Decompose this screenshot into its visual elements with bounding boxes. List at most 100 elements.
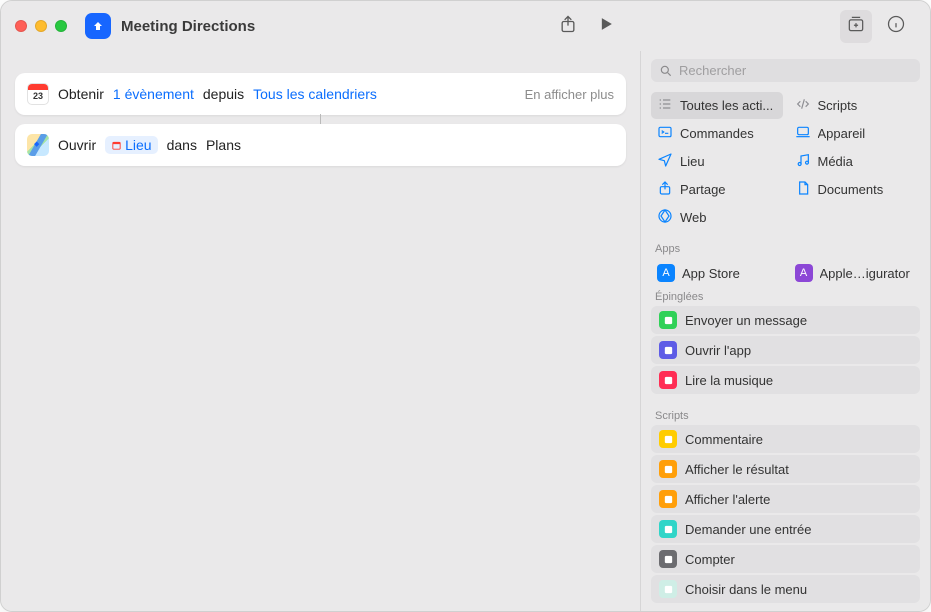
- show-more-link[interactable]: En afficher plus: [525, 87, 614, 102]
- category-label: Partage: [680, 182, 726, 197]
- list-label: Afficher l'alerte: [685, 492, 770, 507]
- category-location[interactable]: Lieu: [651, 148, 783, 175]
- action-icon: [659, 311, 677, 329]
- category-label: Lieu: [680, 154, 705, 169]
- action-icon: [659, 371, 677, 389]
- scripts-list: Commentaire Afficher le résultat Afficher …: [641, 425, 930, 611]
- category-label: Appareil: [818, 126, 866, 141]
- category-document[interactable]: Documents: [789, 176, 921, 203]
- run-icon[interactable]: [596, 14, 616, 39]
- action-icon: [659, 430, 677, 448]
- category-grid: Toutes les acti... Scripts Commandes Appare…: [641, 88, 930, 235]
- action-target[interactable]: Tous les calendriers: [253, 86, 377, 102]
- category-label: Média: [818, 154, 853, 169]
- search-field[interactable]: [651, 59, 920, 82]
- category-scripts[interactable]: Scripts: [789, 92, 921, 119]
- scripts-icon: [795, 96, 811, 115]
- action-icon: [659, 490, 677, 508]
- scripts-header: Scripts: [641, 402, 930, 425]
- maps-icon: [27, 134, 49, 156]
- app-icon: A: [795, 264, 813, 282]
- category-terminal[interactable]: Commandes: [651, 120, 783, 147]
- search-icon: [659, 64, 673, 78]
- app-label: App Store: [682, 266, 740, 281]
- media-icon: [795, 152, 811, 171]
- location-variable-tag[interactable]: Lieu: [105, 136, 157, 154]
- terminal-icon: [657, 124, 673, 143]
- list-item[interactable]: Afficher le résultat: [651, 455, 920, 483]
- share-icon[interactable]: [558, 14, 578, 39]
- action-icon: [659, 550, 677, 568]
- action-icon: [659, 341, 677, 359]
- action-icon: [659, 520, 677, 538]
- action-verb: Obtenir: [58, 86, 104, 102]
- connector: [320, 114, 321, 124]
- list-label: Compter: [685, 552, 735, 567]
- content: 23 Obtenir 1 évènement depuis Tous les c…: [1, 51, 930, 611]
- category-label: Scripts: [818, 98, 858, 113]
- category-label: Web: [680, 210, 707, 225]
- titlebar: Meeting Directions: [1, 1, 930, 51]
- category-web[interactable]: Web: [651, 204, 783, 231]
- pinned-list: Envoyer un message Ouvrir l'app Lire la mu…: [641, 306, 930, 402]
- app-item[interactable]: A App Store: [651, 260, 783, 283]
- list-label: Afficher le résultat: [685, 462, 789, 477]
- page-title: Meeting Directions: [121, 18, 558, 35]
- list-label: Demander une entrée: [685, 522, 811, 537]
- pinned-header: Épinglées: [641, 283, 930, 306]
- list-item[interactable]: Compter: [651, 545, 920, 573]
- action-param[interactable]: 1 évènement: [113, 86, 194, 102]
- list-label: Lire la musique: [685, 373, 773, 388]
- calendar-small-icon: [111, 140, 122, 151]
- apps-grid: AApp StoreAApple…iguratorABourseACalcule…: [641, 258, 930, 283]
- list-label: Choisir dans le menu: [685, 582, 807, 597]
- list-item[interactable]: Lire la musique: [651, 366, 920, 394]
- action-target: Plans: [206, 137, 241, 153]
- workflow-canvas[interactable]: 23 Obtenir 1 évènement depuis Tous les c…: [1, 51, 640, 611]
- device-icon: [795, 124, 811, 143]
- calendar-icon: 23: [27, 83, 49, 105]
- action-verb: Ouvrir: [58, 137, 96, 153]
- list-item[interactable]: Envoyer un message: [651, 306, 920, 334]
- info-icon[interactable]: [886, 14, 906, 39]
- action-get-events[interactable]: 23 Obtenir 1 évènement depuis Tous les c…: [15, 73, 626, 115]
- list-item[interactable]: Afficher l'alerte: [651, 485, 920, 513]
- category-device[interactable]: Appareil: [789, 120, 921, 147]
- list-item[interactable]: Demander une entrée: [651, 515, 920, 543]
- list-label: Envoyer un message: [685, 313, 807, 328]
- toolbar-actions: [558, 14, 616, 39]
- app-label: Apple…igurator: [820, 266, 910, 281]
- location-icon: [657, 152, 673, 171]
- window-controls: [15, 20, 67, 32]
- zoom-window[interactable]: [55, 20, 67, 32]
- category-label: Commandes: [680, 126, 754, 141]
- list-label: Commentaire: [685, 432, 763, 447]
- list-item[interactable]: Commentaire: [651, 425, 920, 453]
- category-label: Toutes les acti...: [680, 98, 773, 113]
- sidebar-toolbar: [626, 10, 916, 43]
- list-item[interactable]: Ouvrir l'app: [651, 336, 920, 364]
- action-prep: depuis: [203, 86, 244, 102]
- app-window: Meeting Directions 23 Obtenir 1 évènemen…: [0, 0, 931, 612]
- category-label: Documents: [818, 182, 884, 197]
- action-prep: dans: [167, 137, 197, 153]
- action-open-maps[interactable]: Ouvrir Lieu dans Plans: [15, 124, 626, 166]
- list-icon: [657, 96, 673, 115]
- close-window[interactable]: [15, 20, 27, 32]
- minimize-window[interactable]: [35, 20, 47, 32]
- category-media[interactable]: Média: [789, 148, 921, 175]
- library-icon[interactable]: [840, 10, 872, 43]
- app-item[interactable]: A Apple…igurator: [789, 260, 921, 283]
- share-icon: [657, 180, 673, 199]
- list-item[interactable]: Choisir dans le menu: [651, 575, 920, 603]
- action-icon: [659, 460, 677, 478]
- document-icon: [795, 180, 811, 199]
- web-icon: [657, 208, 673, 227]
- app-icon: A: [657, 264, 675, 282]
- shortcut-icon: [85, 13, 111, 39]
- action-icon: [659, 580, 677, 598]
- category-share[interactable]: Partage: [651, 176, 783, 203]
- search-input[interactable]: [679, 63, 912, 78]
- category-list[interactable]: Toutes les acti...: [651, 92, 783, 119]
- list-label: Ouvrir l'app: [685, 343, 751, 358]
